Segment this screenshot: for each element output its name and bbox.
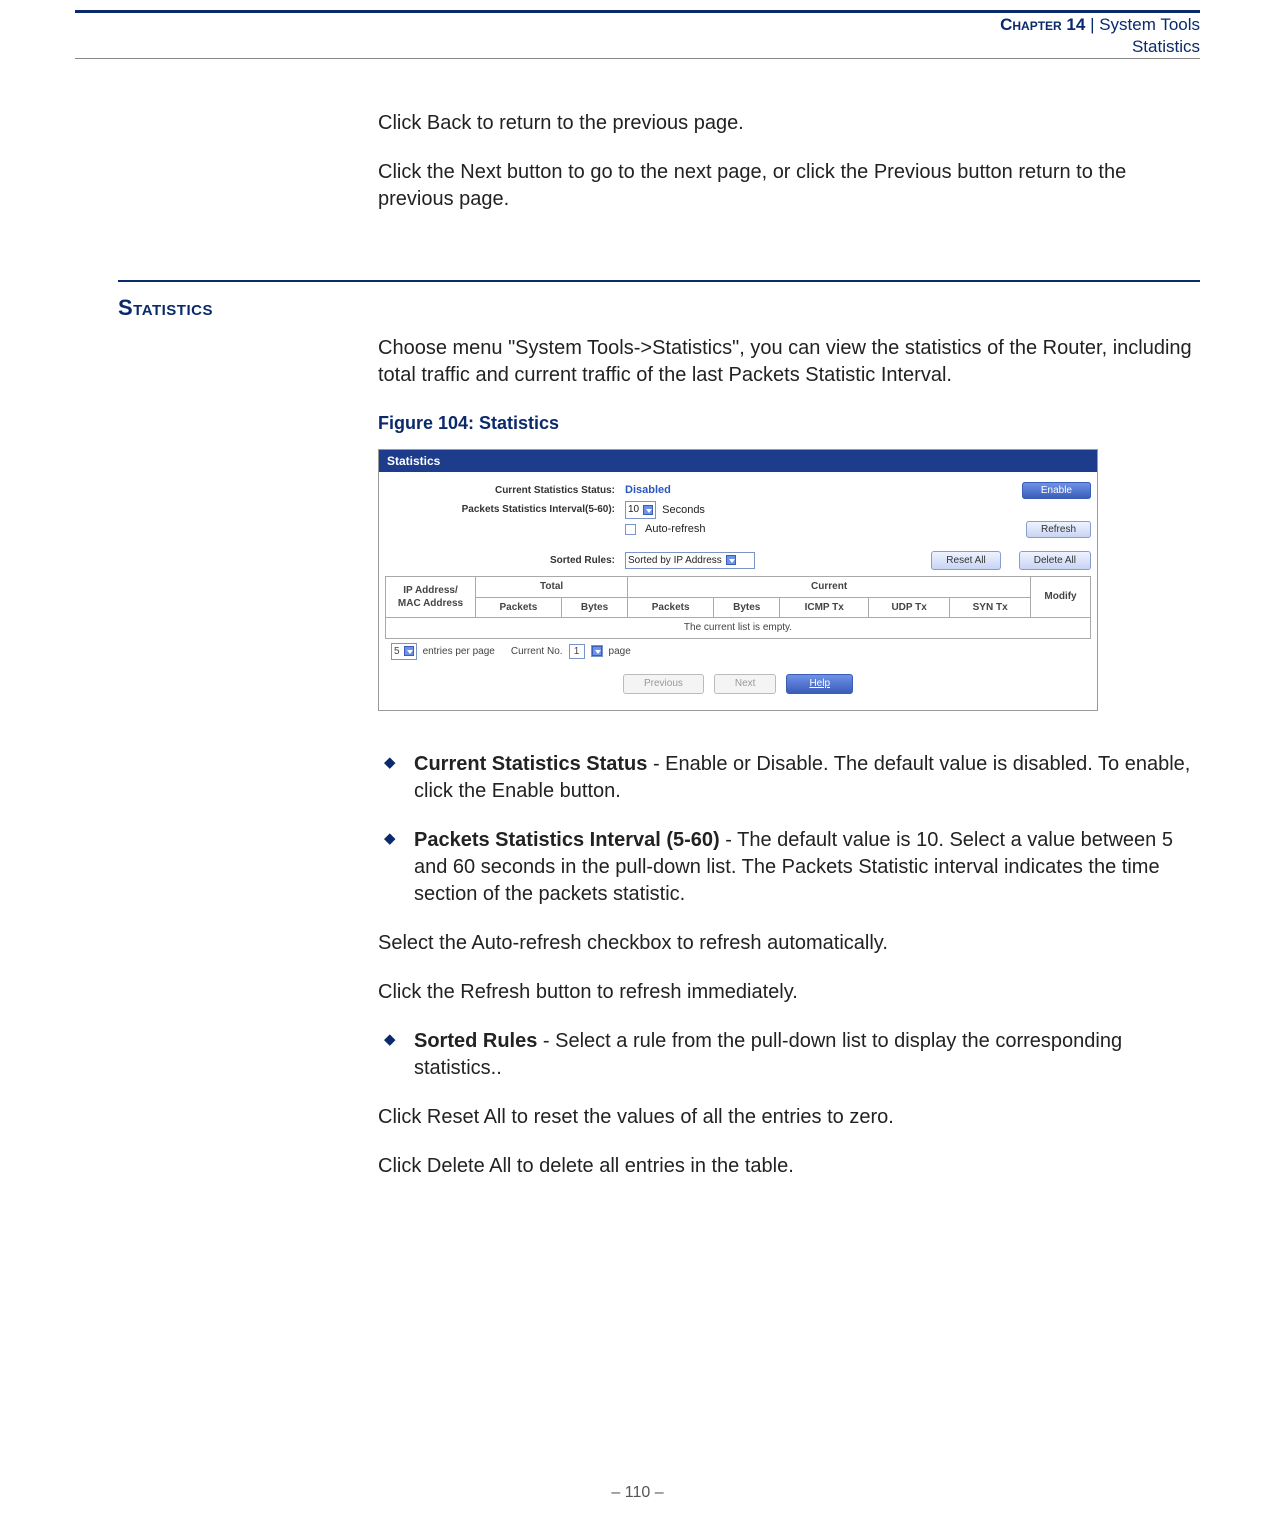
entries-per-page-select[interactable]: 5 bbox=[391, 643, 417, 661]
interval-select[interactable]: 10 bbox=[625, 501, 656, 519]
page-number: – 110 – bbox=[0, 1484, 1275, 1502]
header-right-2: Statistics bbox=[1000, 36, 1200, 58]
page-header: Chapter 14 | System Tools Statistics bbox=[1000, 14, 1200, 58]
label-interval: Packets Statistics Interval(5-60): bbox=[385, 503, 625, 517]
bullet-3-bold: Sorted Rules bbox=[414, 1030, 537, 1052]
delete-all-button[interactable]: Delete All bbox=[1019, 551, 1091, 571]
bullet-sorted-rules: Sorted Rules - Select a rule from the pu… bbox=[378, 1028, 1200, 1082]
bullet-interval: Packets Statistics Interval (5-60) - The… bbox=[378, 827, 1200, 908]
para-delete-all: Click Delete All to delete all entries i… bbox=[378, 1153, 1200, 1180]
para-reset-all: Click Reset All to reset the values of a… bbox=[378, 1104, 1200, 1131]
figure-statistics: Statistics Current Statistics Status: Di… bbox=[378, 449, 1098, 710]
enable-button[interactable]: Enable bbox=[1022, 482, 1091, 499]
current-no-label: Current No. bbox=[511, 645, 563, 659]
col-icmp: ICMP Tx bbox=[780, 597, 868, 618]
entries-per-page-label: entries per page bbox=[423, 645, 495, 659]
col-group-current: Current bbox=[628, 577, 1031, 598]
bullet-1-bold: Current Statistics Status bbox=[414, 753, 647, 775]
label-current-status: Current Statistics Status: bbox=[385, 484, 625, 498]
page-nav-caret[interactable] bbox=[591, 645, 603, 657]
chapter-label: Chapter 14 bbox=[1000, 15, 1085, 34]
col-group-total: Total bbox=[476, 577, 628, 598]
page-label: page bbox=[609, 645, 631, 659]
interval-unit: Seconds bbox=[662, 503, 705, 518]
statistics-table: IP Address/ MAC Address Total Current Mo… bbox=[385, 576, 1091, 639]
col-bytes-2: Bytes bbox=[714, 597, 780, 618]
value-current-status: Disabled bbox=[625, 483, 671, 498]
col-ip-mac: IP Address/ MAC Address bbox=[386, 577, 476, 618]
reset-all-button[interactable]: Reset All bbox=[931, 551, 1000, 571]
col-udp: UDP Tx bbox=[868, 597, 949, 618]
document-page: Chapter 14 | System Tools Statistics Cli… bbox=[0, 0, 1275, 1532]
bullet-list: Current Statistics Status - Enable or Di… bbox=[378, 751, 1200, 908]
next-button[interactable]: Next bbox=[714, 674, 777, 694]
bullet-current-status: Current Statistics Status - Enable or Di… bbox=[378, 751, 1200, 805]
para-refresh-button: Click the Refresh button to refresh imme… bbox=[378, 979, 1200, 1006]
section-p1: Choose menu "System Tools->Statistics", … bbox=[378, 335, 1200, 389]
intro-block: Click Back to return to the previous pag… bbox=[378, 110, 1200, 235]
label-sorted-rules: Sorted Rules: bbox=[385, 554, 625, 568]
sorted-rules-select[interactable]: Sorted by IP Address bbox=[625, 552, 755, 570]
chevron-down-icon bbox=[404, 646, 414, 656]
refresh-button[interactable]: Refresh bbox=[1026, 521, 1091, 538]
para-auto-refresh: Select the Auto-refresh checkbox to refr… bbox=[378, 930, 1200, 957]
auto-refresh-label: Auto-refresh bbox=[645, 522, 706, 537]
chevron-down-icon bbox=[643, 505, 653, 515]
header-rule-bottom bbox=[75, 58, 1200, 59]
chevron-down-icon bbox=[592, 646, 602, 656]
table-empty-row: The current list is empty. bbox=[386, 618, 1091, 639]
header-right-1: System Tools bbox=[1099, 15, 1200, 34]
bullet-list-2: Sorted Rules - Select a rule from the pu… bbox=[378, 1028, 1200, 1082]
section-body: Choose menu "System Tools->Statistics", … bbox=[378, 335, 1200, 1202]
section-heading: Statistics bbox=[118, 295, 213, 321]
auto-refresh-checkbox[interactable] bbox=[625, 524, 636, 535]
col-packets-2: Packets bbox=[628, 597, 714, 618]
figure-label: Figure 104: Statistics bbox=[378, 411, 1200, 435]
previous-button[interactable]: Previous bbox=[623, 674, 704, 694]
intro-p1: Click Back to return to the previous pag… bbox=[378, 110, 1200, 137]
help-button[interactable]: Help bbox=[786, 674, 853, 694]
section-rule bbox=[118, 280, 1200, 282]
figure-title: Statistics bbox=[379, 450, 1097, 472]
col-packets: Packets bbox=[476, 597, 562, 618]
bullet-2-bold: Packets Statistics Interval (5-60) bbox=[414, 829, 720, 851]
header-separator: | bbox=[1085, 15, 1099, 34]
col-syn: SYN Tx bbox=[950, 597, 1031, 618]
col-modify: Modify bbox=[1031, 577, 1091, 618]
col-bytes: Bytes bbox=[561, 597, 627, 618]
intro-p2: Click the Next button to go to the next … bbox=[378, 159, 1200, 213]
current-no-input[interactable]: 1 bbox=[569, 644, 585, 660]
header-rule-top bbox=[75, 10, 1200, 13]
chevron-down-icon bbox=[726, 555, 736, 565]
